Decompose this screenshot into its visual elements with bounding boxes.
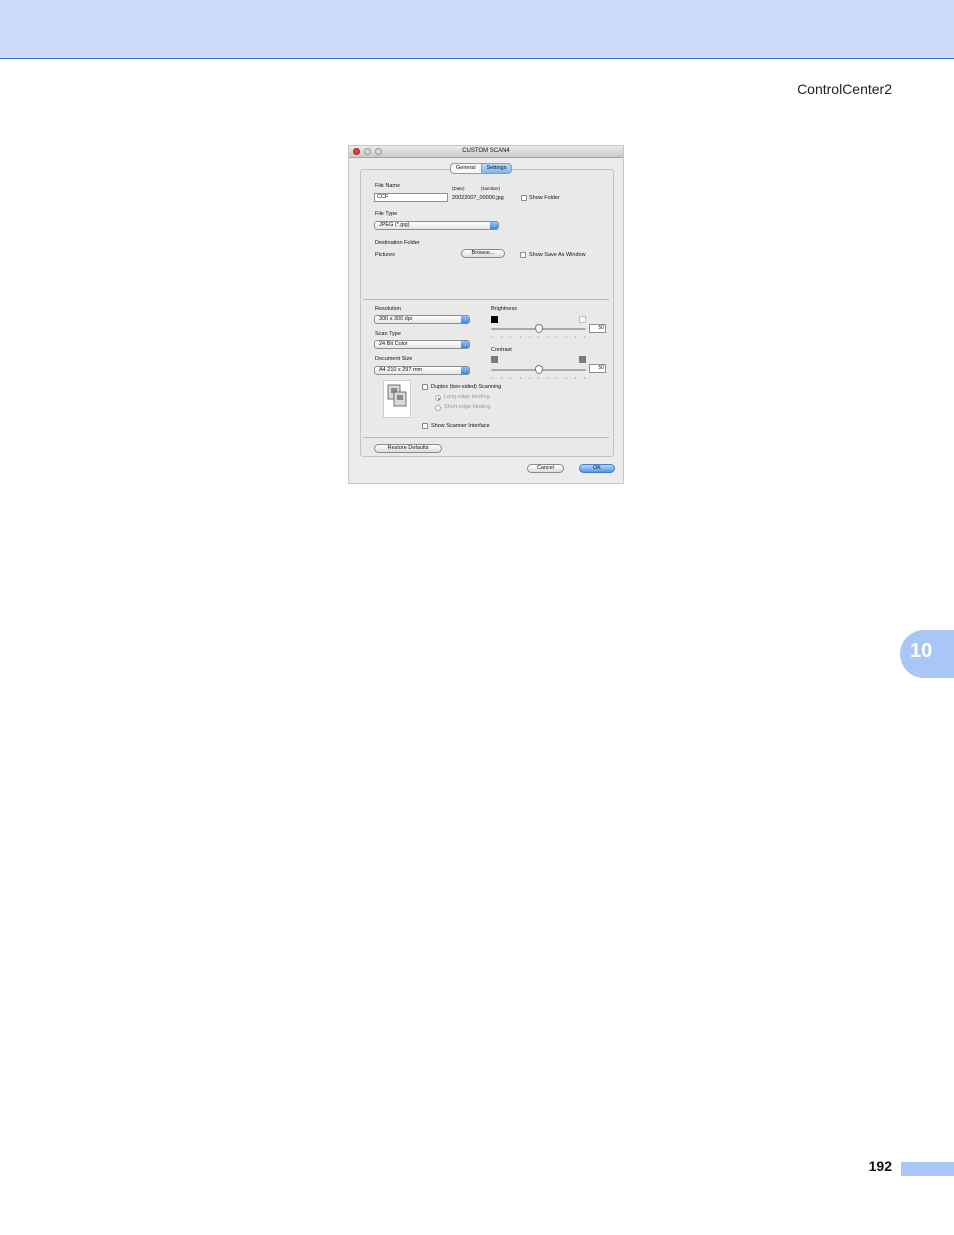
scan-type-popup[interactable]: 24 Bit Color ↕: [374, 340, 470, 349]
restore-defaults-button[interactable]: Restore Defaults: [374, 444, 442, 453]
file-name-input[interactable]: CCF: [374, 193, 448, 202]
settings-panel: File Name (Date) (Number) CCF 20022007_0…: [360, 169, 614, 457]
chapter-number: 10: [910, 640, 933, 662]
scan-type-label: Scan Type: [375, 331, 401, 337]
contrast-slider-knob[interactable]: [534, 365, 543, 374]
show-save-as-window-label: Show Save As Window: [529, 252, 586, 258]
window-titlebar: CUSTOM SCAN4: [349, 146, 623, 158]
file-type-label: File Type: [375, 211, 398, 217]
document-size-popup[interactable]: A4 210 x 297 mm ↕: [374, 366, 470, 375]
contrast-low-icon: [491, 356, 498, 363]
short-edge-binding-label: Short-edge binding: [444, 404, 491, 410]
short-edge-binding-radio[interactable]: [435, 405, 441, 411]
resolution-label: Resolution: [375, 306, 401, 312]
file-type-value: JPEG (*.jpg): [379, 222, 410, 228]
custom-scan-dialog: CUSTOM SCAN4 General Settings File Name …: [348, 145, 624, 484]
brightness-label: Brightness: [491, 306, 517, 312]
long-edge-binding-label: Long-edge binding: [444, 394, 490, 400]
tab-settings[interactable]: Settings: [480, 163, 513, 174]
document-size-value: A4 210 x 297 mm: [379, 367, 423, 373]
popup-arrows-icon: ↕: [490, 222, 498, 229]
resolution-popup[interactable]: 300 x 300 dpi ↕: [374, 315, 470, 324]
popup-arrows-icon: ↕: [461, 341, 469, 348]
brightness-slider-ticks: [492, 336, 585, 338]
page-number: 192: [868, 1158, 892, 1174]
show-folder-label: Show Folder: [529, 195, 560, 201]
duplex-scanning-label: Duplex (two-sided) Scanning: [431, 384, 502, 390]
tab-bar: General Settings: [450, 163, 513, 174]
contrast-high-icon: [579, 356, 586, 363]
duplex-pages-icon: [387, 384, 407, 407]
page-number-bar: [901, 1162, 954, 1176]
chapter-tab: 10: [900, 630, 954, 678]
resolution-value: 300 x 300 dpi: [379, 316, 413, 322]
cancel-button[interactable]: Cancel: [527, 464, 564, 473]
file-name-preview: 20022007_00000.jpg: [452, 195, 504, 201]
brightness-light-icon: [579, 316, 586, 323]
contrast-slider-ticks: [492, 377, 585, 379]
popup-arrows-icon: ↕: [461, 316, 469, 323]
file-name-label: File Name: [375, 183, 401, 189]
long-edge-binding-radio[interactable]: [435, 395, 441, 401]
tab-general[interactable]: General: [450, 163, 481, 174]
contrast-label: Contrast: [491, 347, 512, 353]
destination-folder-name: Pictures: [375, 252, 395, 258]
destination-folder-label: Destination Folder: [375, 240, 420, 246]
date-label: (Date): [452, 186, 465, 191]
ok-button[interactable]: OK: [579, 464, 615, 473]
window-title: CUSTOM SCAN4: [462, 148, 510, 154]
section-divider: [363, 299, 609, 300]
duplex-document-icon: [383, 380, 411, 418]
number-label: (Number): [481, 186, 501, 191]
brightness-value-field[interactable]: 50: [589, 324, 606, 333]
file-type-popup[interactable]: JPEG (*.jpg) ↕: [374, 221, 499, 230]
duplex-scanning-checkbox[interactable]: [422, 384, 428, 390]
browse-button[interactable]: Browse...: [461, 249, 505, 258]
popup-arrows-icon: ↕: [461, 367, 469, 374]
show-save-as-window-checkbox[interactable]: [520, 252, 526, 258]
contrast-value-field[interactable]: 50: [589, 364, 606, 373]
show-scanner-interface-checkbox[interactable]: [422, 423, 428, 429]
show-folder-checkbox[interactable]: [521, 195, 527, 201]
page-header-band: [0, 0, 954, 59]
page-header-title: ControlCenter2: [797, 81, 892, 97]
scan-type-value: 24 Bit Color: [379, 341, 408, 347]
brightness-dark-icon: [491, 316, 498, 323]
brightness-slider-knob[interactable]: [534, 324, 543, 333]
section-divider: [363, 437, 609, 438]
document-size-label: Document Size: [375, 356, 413, 362]
show-scanner-interface-label: Show Scanner Interface: [431, 423, 490, 429]
